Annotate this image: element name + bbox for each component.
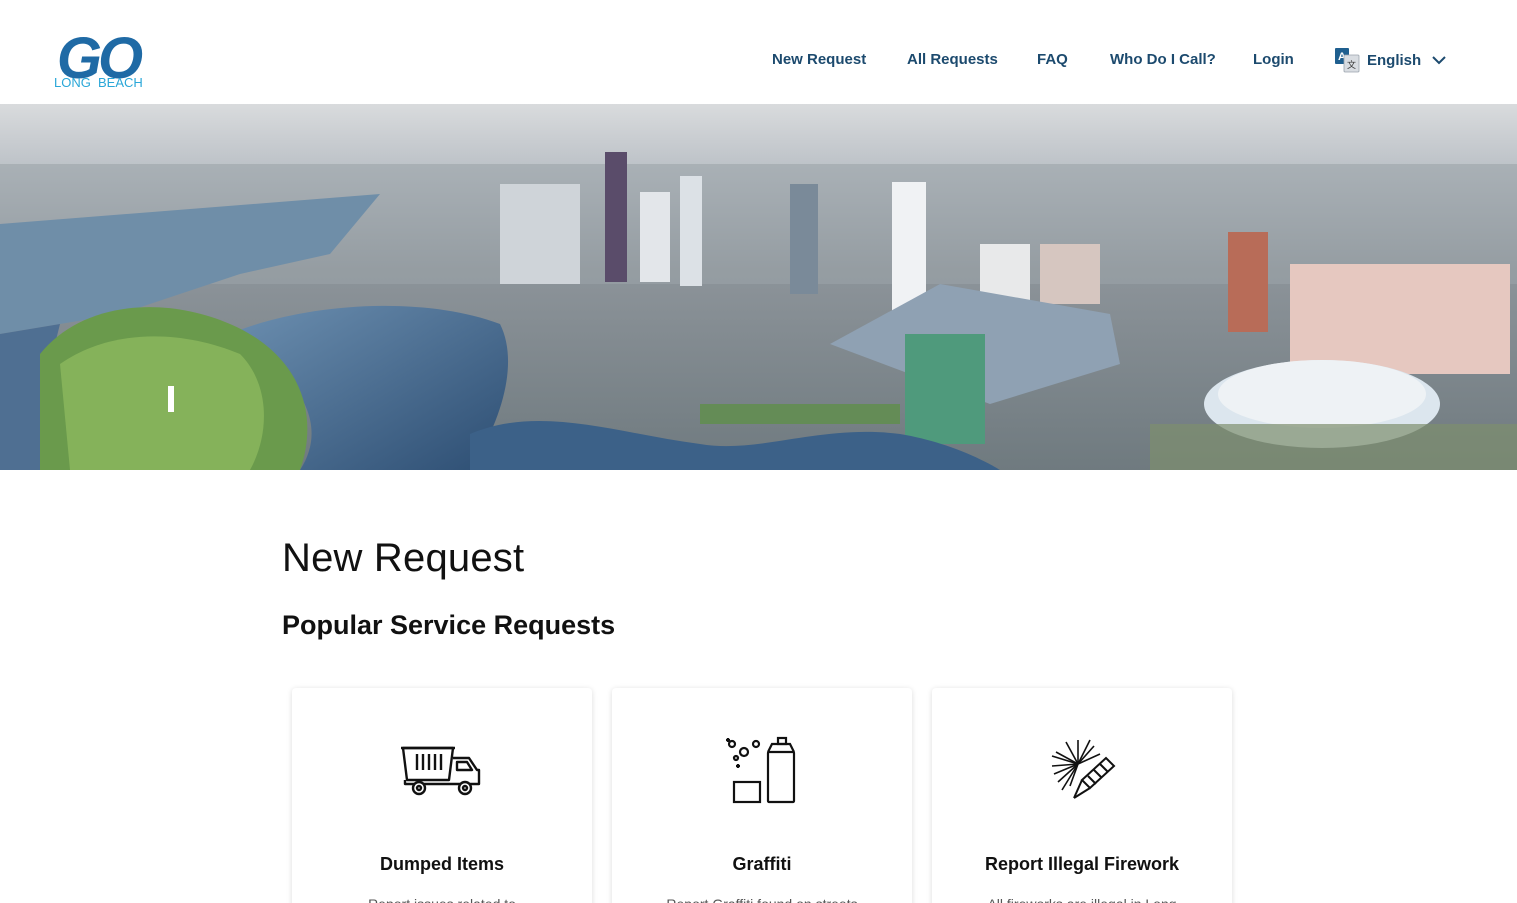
spray-paint-icon [726, 736, 796, 804]
service-card-dumped-items[interactable]: Dumped Items Report issues related to [292, 688, 592, 903]
language-label: English [1367, 51, 1422, 69]
chevron-down-icon [1432, 56, 1446, 65]
section-title: Popular Service Requests [282, 610, 616, 640]
nav-who-do-i-call[interactable]: Who Do I Call? [1110, 51, 1216, 68]
card-title: Report Illegal Firework [984, 854, 1180, 874]
nav-all-requests[interactable]: All Requests [907, 51, 998, 68]
city-aerial-photo [0, 104, 1517, 470]
nav-login[interactable]: Login [1253, 51, 1294, 68]
card-description: Report Graffiti found on streets [652, 895, 872, 903]
card-description: Report issues related to [332, 895, 552, 903]
svg-text:文: 文 [1347, 59, 1356, 71]
firework-icon [1051, 739, 1116, 799]
page-title: New Request [282, 536, 525, 580]
card-title: Dumped Items [379, 854, 505, 874]
service-card-illegal-firework[interactable]: Report Illegal Firework All fireworks ar… [932, 688, 1232, 903]
dump-truck-icon [401, 746, 481, 796]
site-header: GO LONG BEACH New Request All Requests F… [0, 0, 1517, 104]
translate-icon: A 文 [1335, 48, 1360, 73]
language-selector[interactable]: A 文 English [1334, 46, 1447, 74]
service-card-graffiti[interactable]: Graffiti Report Graffiti found on street… [612, 688, 912, 903]
hero-city-image [0, 104, 1517, 470]
main-nav: New Request All Requests FAQ Who Do I Ca… [0, 46, 1517, 74]
card-description: All fireworks are illegal in Long [972, 895, 1192, 903]
card-title: Graffiti [732, 854, 792, 874]
logo-long-text: LONG [54, 75, 91, 90]
logo-beach-text: BEACH [98, 75, 143, 90]
nav-new-request[interactable]: New Request [772, 51, 866, 68]
nav-faq[interactable]: FAQ [1037, 51, 1068, 68]
